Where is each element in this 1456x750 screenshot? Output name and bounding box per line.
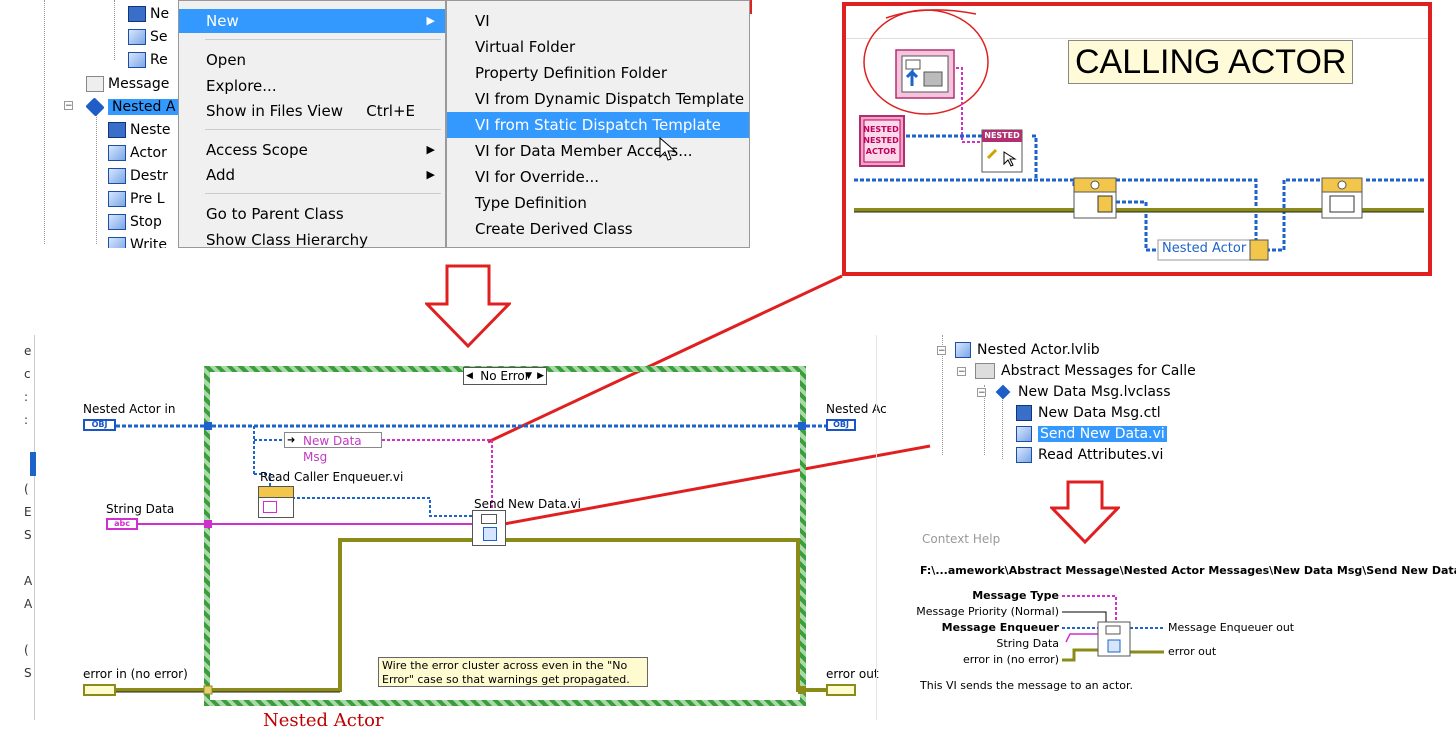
output-label-nested-actor-out: Nested Ac bbox=[826, 402, 887, 416]
send-new-data-label: Send New Data.vi bbox=[474, 497, 581, 511]
collapse-icon[interactable]: − bbox=[957, 367, 966, 377]
obj-tag: OBJ bbox=[833, 420, 849, 429]
vi-icon bbox=[1016, 447, 1032, 463]
tree-item-send-new-data[interactable]: Send New Data.vi bbox=[1016, 424, 1167, 444]
terminal-label-message-priority: Message Priority (Normal) bbox=[916, 605, 1059, 618]
context-help-panel: Context Help F:\...amework\Abstract Mess… bbox=[876, 522, 1456, 722]
comment-note: Wire the error cluster across even in th… bbox=[378, 657, 648, 687]
enqueuer-icon bbox=[263, 501, 277, 513]
tree-item-lvclass[interactable]: New Data Msg.lvclass bbox=[995, 382, 1171, 402]
input-label-error-in: error in (no error) bbox=[83, 667, 188, 681]
error-in-terminal[interactable] bbox=[83, 684, 116, 696]
collapse-icon[interactable]: − bbox=[937, 346, 946, 356]
terminal-label-error-out: error out bbox=[1168, 645, 1217, 658]
nested-actor-caption: Nested Actor bbox=[263, 710, 384, 731]
library-icon bbox=[955, 342, 971, 358]
input-label-string-data: String Data bbox=[106, 502, 175, 516]
tree-guide-line bbox=[1002, 395, 1003, 459]
arrow-right-icon: ➜ bbox=[287, 435, 296, 446]
terminal-label-message-type: Message Type bbox=[972, 589, 1059, 602]
tree-item-label: Nested Actor.lvlib bbox=[977, 342, 1100, 358]
nested-actor-out-terminal[interactable]: OBJ bbox=[826, 419, 856, 431]
tree-item-label: Read Attributes.vi bbox=[1038, 447, 1164, 463]
tree-item-folder[interactable]: Abstract Messages for Calle bbox=[975, 361, 1196, 381]
terminal-label-string-data: String Data bbox=[996, 637, 1059, 650]
tree-item-label: Abstract Messages for Calle bbox=[1001, 363, 1196, 379]
collapse-icon[interactable]: − bbox=[977, 388, 986, 398]
read-caller-enqueuer-node[interactable] bbox=[258, 486, 294, 518]
class-icon bbox=[995, 384, 1011, 400]
tree-item-read-attributes[interactable]: Read Attributes.vi bbox=[1016, 445, 1163, 465]
terminal-label-message-enqueuer-out: Message Enqueuer out bbox=[1168, 621, 1295, 634]
obj-tag: OBJ bbox=[91, 420, 108, 429]
gear-icon bbox=[259, 487, 293, 498]
control-icon bbox=[1016, 405, 1032, 421]
abc-tag: abc bbox=[114, 519, 130, 528]
terminal-label-error-in: error in (no error) bbox=[962, 653, 1059, 666]
nested-actor-in-terminal[interactable]: OBJ bbox=[83, 419, 116, 431]
error-out-terminal[interactable] bbox=[826, 684, 856, 696]
context-help-description: This VI sends the message to an actor. bbox=[920, 679, 1133, 692]
vi-icon bbox=[1016, 426, 1032, 442]
new-data-msg-constant[interactable]: ➜ New Data Msg bbox=[284, 432, 382, 464]
tree-item-ctl[interactable]: New Data Msg.ctl bbox=[1016, 403, 1161, 423]
actor-icon bbox=[483, 527, 497, 541]
string-data-terminal[interactable]: abc bbox=[106, 518, 138, 530]
folder-icon bbox=[975, 363, 995, 379]
read-caller-label: Read Caller Enqueuer.vi bbox=[260, 470, 404, 484]
envelope-icon bbox=[481, 514, 497, 524]
tree-item-lvlib[interactable]: Nested Actor.lvlib bbox=[955, 340, 1100, 360]
input-label-nested-actor-in: Nested Actor in bbox=[83, 402, 176, 416]
tree-item-label: New Data Msg.ctl bbox=[1038, 405, 1161, 421]
terminal-label-message-enqueuer: Message Enqueuer bbox=[941, 621, 1059, 634]
output-label-error-out: error out bbox=[826, 667, 879, 681]
send-new-data-node[interactable] bbox=[472, 510, 506, 546]
tree-item-label: Send New Data.vi bbox=[1038, 426, 1167, 442]
tree-item-label: New Data Msg.lvclass bbox=[1018, 384, 1171, 400]
